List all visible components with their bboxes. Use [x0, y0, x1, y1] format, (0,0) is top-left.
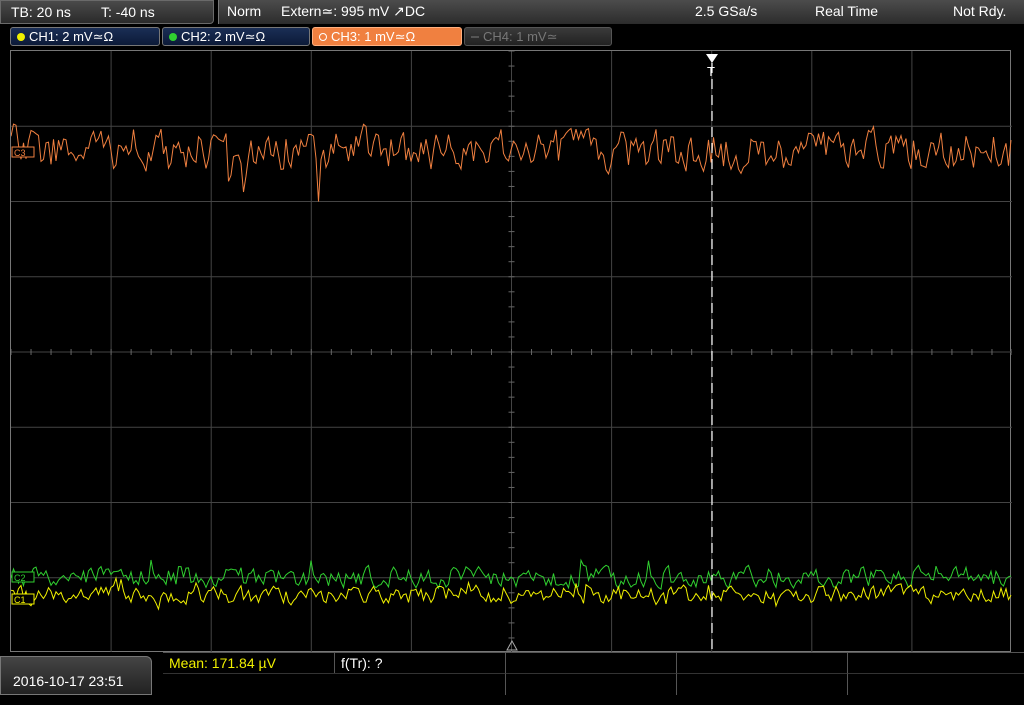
trigger-arrow-icon[interactable]	[706, 54, 718, 63]
channel-4-button[interactable]: CH4: 1 mV≃	[464, 27, 612, 46]
mean-measurement: Mean: 171.84 µV	[163, 653, 335, 673]
channel-bar: CH1: 2 mV≃Ω CH2: 2 mV≃Ω CH3: 1 mV≃Ω CH4:…	[0, 24, 1024, 50]
timebase-box[interactable]: TB: 20 ns T: -40 ns	[0, 0, 214, 24]
date-time: 2016-10-17 23:51	[13, 673, 124, 689]
measurement-slot-9	[848, 673, 1024, 695]
trigger-mode: Norm	[227, 3, 262, 19]
trigger-source: Extern≃: 995 mV ↗DC	[281, 3, 426, 19]
sample-rate: 2.5 GSa/s	[695, 3, 758, 19]
waveform-display[interactable]: T C3 C2 C1	[10, 50, 1012, 653]
waveform-canvas: T C3 C2 C1	[11, 51, 1012, 653]
trigger-marker-label: T	[707, 64, 715, 79]
channel-3-button[interactable]: CH3: 1 mV≃Ω	[312, 27, 462, 46]
channel-2-indicator-icon	[169, 33, 177, 41]
channel-1-label: CH1: 2 mV≃Ω	[29, 29, 114, 44]
date-time-box[interactable]: 2016-10-17 23:51	[0, 656, 152, 695]
measurement-slot-4	[677, 653, 848, 673]
measurement-slot-7	[506, 673, 677, 695]
channel-1-indicator-icon	[17, 33, 25, 41]
channel-4-indicator-icon	[471, 36, 479, 38]
channel-3-offset-label: C3	[14, 148, 26, 158]
top-bar: TB: 20 ns T: -40 ns Norm Extern≃: 995 mV…	[0, 0, 1024, 24]
acquisition-mode: Real Time	[815, 3, 879, 19]
status-bar[interactable]: Norm Extern≃: 995 mV ↗DC 2.5 GSa/s Real …	[218, 0, 1024, 24]
channel-1-button[interactable]: CH1: 2 mV≃Ω	[10, 27, 160, 46]
trigger-frequency-measurement: f(Tr): ?	[335, 653, 506, 673]
timebase-label: TB: 20 ns	[11, 4, 71, 20]
measurement-slot-8	[677, 673, 848, 695]
measurement-slot-6	[163, 673, 506, 695]
trigger-position-label: T: -40 ns	[101, 4, 155, 20]
measurement-slot-3	[506, 653, 677, 673]
channel-2-offset-label: C2	[14, 573, 26, 583]
graticule	[11, 51, 1012, 653]
acquisition-state: Not Rdy.	[953, 3, 1007, 19]
measurement-slot-5	[848, 653, 1024, 673]
channel-1-offset-label: C1	[14, 595, 26, 605]
channel-3-label: CH3: 1 mV≃Ω	[331, 29, 416, 44]
channel-3-indicator-icon	[319, 33, 327, 41]
channel-2-label: CH2: 2 mV≃Ω	[181, 29, 266, 44]
measurement-panel[interactable]: Mean: 171.84 µV f(Tr): ?	[163, 652, 1024, 695]
channel-2-button[interactable]: CH2: 2 mV≃Ω	[162, 27, 310, 46]
channel-4-label: CH4: 1 mV≃	[483, 29, 558, 44]
